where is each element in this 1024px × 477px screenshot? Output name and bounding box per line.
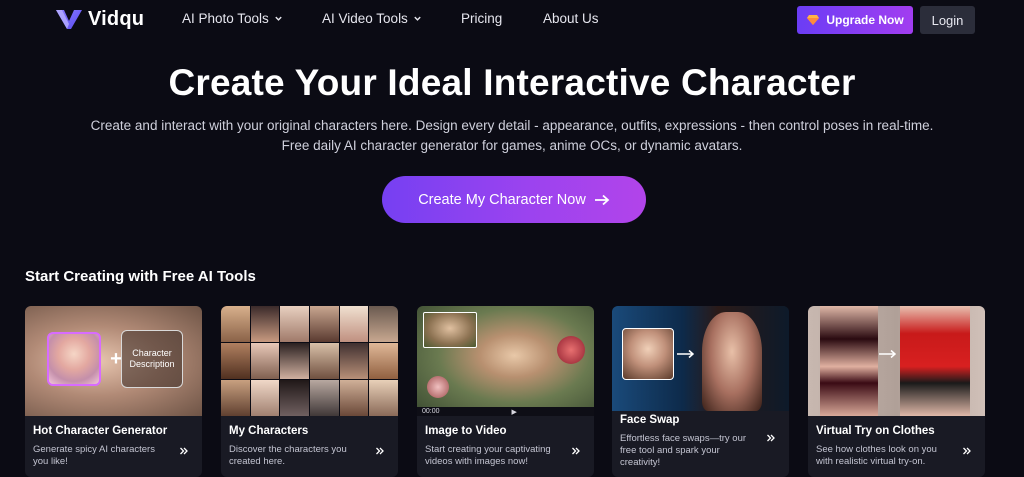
photo-tile bbox=[309, 306, 339, 342]
photo-tile bbox=[280, 306, 309, 342]
nav-item-label: AI Photo Tools bbox=[182, 11, 269, 26]
create-character-button[interactable]: Create My Character Now bbox=[382, 176, 646, 223]
brand-name: Vidqu bbox=[88, 7, 145, 30]
hero-subtitle-line-2: Free daily AI character generator for ga… bbox=[281, 138, 743, 153]
card-thumbnail bbox=[612, 306, 789, 411]
character-description-box: Character Description bbox=[121, 330, 183, 388]
photo-tile bbox=[250, 343, 280, 379]
nav-ai-photo-tools[interactable]: AI Photo Tools bbox=[182, 11, 292, 26]
nav-about-us[interactable]: About Us bbox=[543, 11, 613, 26]
photo-tile bbox=[250, 306, 280, 342]
play-icon[interactable]: ▶ bbox=[512, 408, 517, 416]
photo-tile bbox=[369, 306, 398, 342]
chevron-double-right-icon bbox=[963, 447, 971, 455]
card-virtual-try-on[interactable]: Virtual Try on Clothes See how clothes l… bbox=[808, 306, 985, 477]
nav-pricing[interactable]: Pricing bbox=[461, 11, 521, 26]
card-thumbnail: 00:00 ▶ ⛶ bbox=[417, 306, 594, 416]
photo-tile bbox=[280, 380, 309, 416]
photo-tile bbox=[339, 380, 369, 416]
video-player-bar[interactable]: 00:00 ▶ ⛶ bbox=[417, 407, 594, 416]
character-description-label: Character Description bbox=[129, 348, 175, 369]
upgrade-now-button[interactable]: Upgrade Now bbox=[797, 6, 913, 34]
photo-tile bbox=[250, 380, 280, 416]
diamond-icon bbox=[807, 15, 820, 25]
card-title: Image to Video bbox=[425, 425, 507, 437]
hero-subtitle: Create and interact with your original c… bbox=[0, 116, 1024, 156]
card-title: My Characters bbox=[229, 425, 309, 437]
card-description: Discover the characters you created here… bbox=[229, 444, 347, 467]
photo-tile bbox=[339, 343, 369, 379]
card-title: Virtual Try on Clothes bbox=[816, 425, 935, 437]
arrow-right-icon bbox=[677, 349, 695, 359]
site-header: Vidqu AI Photo Tools AI Video Tools Pric… bbox=[0, 0, 1024, 40]
chevron-double-right-icon bbox=[180, 447, 188, 455]
vidqu-logo-icon bbox=[56, 10, 82, 29]
card-thumbnail bbox=[808, 306, 985, 416]
card-hot-character-generator[interactable]: + Character Description Hot Character Ge… bbox=[25, 306, 202, 477]
photo-tile bbox=[221, 380, 250, 416]
photo-tile bbox=[221, 343, 250, 379]
card-description: Generate spicy AI characters you like! bbox=[33, 444, 155, 467]
source-image-thumbnail bbox=[423, 312, 477, 348]
tools-section-title: Start Creating with Free AI Tools bbox=[25, 268, 256, 285]
source-face-thumbnail bbox=[622, 328, 674, 380]
card-title: Hot Character Generator bbox=[33, 425, 168, 437]
arrow-right-icon bbox=[879, 349, 897, 359]
lingerie-figure bbox=[820, 306, 878, 416]
login-label: Login bbox=[931, 12, 964, 28]
upgrade-label: Upgrade Now bbox=[826, 13, 904, 27]
card-title: Face Swap bbox=[620, 414, 680, 426]
nav-item-label: Pricing bbox=[461, 11, 503, 26]
nav-ai-video-tools[interactable]: AI Video Tools bbox=[322, 11, 432, 26]
photo-tile bbox=[280, 343, 309, 379]
login-button[interactable]: Login bbox=[920, 6, 975, 34]
arrow-right-icon bbox=[594, 194, 610, 205]
card-image-to-video[interactable]: 00:00 ▶ ⛶ Image to Video Start creating … bbox=[417, 306, 594, 477]
nav-item-label: AI Video Tools bbox=[322, 11, 408, 26]
chevron-down-icon bbox=[275, 16, 282, 21]
photo-tile bbox=[369, 343, 398, 379]
player-time: 00:00 bbox=[422, 408, 440, 415]
chevron-double-right-icon bbox=[376, 447, 384, 455]
photo-tile bbox=[309, 380, 339, 416]
flower-accent bbox=[427, 376, 449, 398]
card-face-swap[interactable]: Face Swap Effortless face swaps—try our … bbox=[612, 306, 789, 477]
card-my-characters[interactable]: My Characters Discover the characters yo… bbox=[221, 306, 398, 477]
character-photo-grid bbox=[221, 306, 398, 416]
hero-subtitle-line-1: Create and interact with your original c… bbox=[90, 118, 934, 133]
hero-title: Create Your Ideal Interactive Character bbox=[168, 62, 856, 103]
face-image bbox=[702, 312, 762, 411]
chevron-double-right-icon bbox=[572, 447, 580, 455]
card-thumbnail: + Character Description bbox=[25, 306, 202, 416]
photo-tile bbox=[369, 380, 398, 416]
brand-logo[interactable]: Vidqu bbox=[54, 7, 144, 31]
card-thumbnail bbox=[221, 306, 398, 416]
flower-accent bbox=[557, 336, 585, 364]
photo-tile bbox=[309, 343, 339, 379]
card-description: Effortless face swaps—try our free tool … bbox=[620, 433, 747, 468]
photo-tile bbox=[221, 306, 250, 342]
card-description: See how clothes look on you with realist… bbox=[816, 444, 937, 467]
nav-item-label: About Us bbox=[543, 11, 599, 26]
card-description: Start creating your captivating videos w… bbox=[425, 444, 551, 467]
cta-label: Create My Character Now bbox=[418, 191, 586, 208]
chevron-down-icon bbox=[414, 16, 421, 21]
portrait-thumbnail bbox=[47, 332, 101, 386]
chevron-double-right-icon bbox=[767, 434, 775, 442]
dress-figure bbox=[900, 306, 970, 416]
photo-tile bbox=[339, 306, 369, 342]
